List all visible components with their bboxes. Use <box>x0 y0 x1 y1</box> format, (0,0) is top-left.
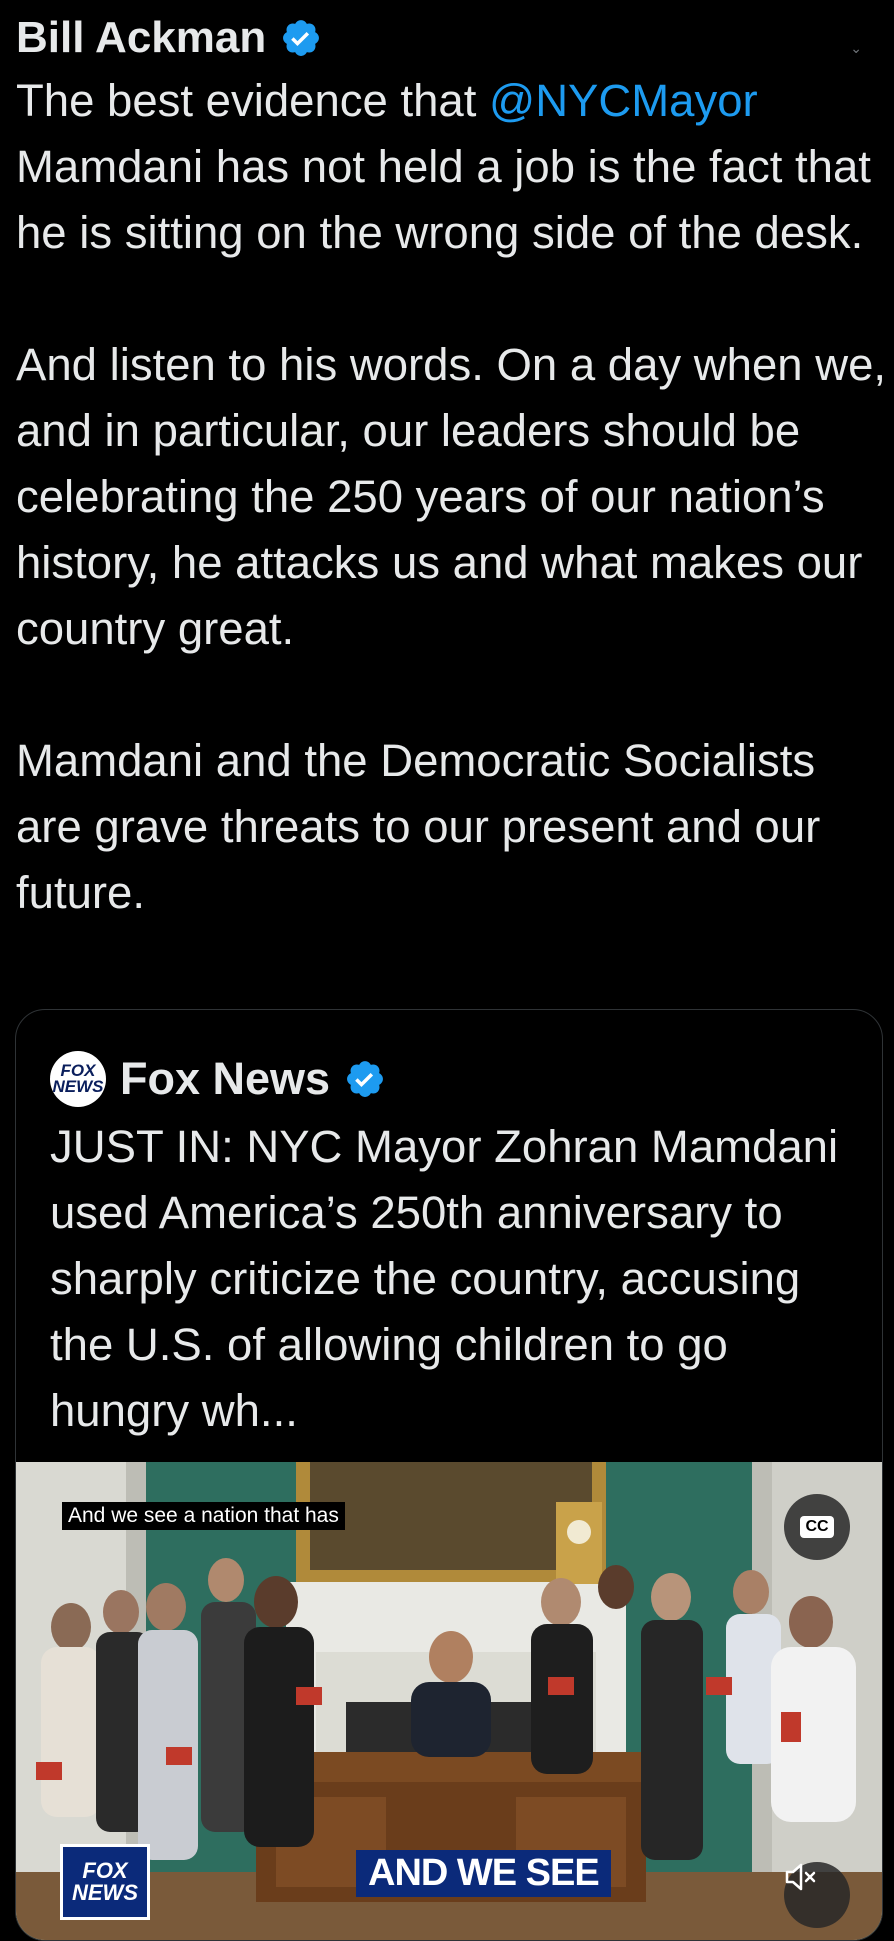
quoted-tweet-header: FOX NEWS Fox News <box>50 1040 386 1118</box>
quoted-tweet-text: JUST IN: NYC Mayor Zohran Mamdani used A… <box>50 1121 839 1436</box>
avatar-logo-text: FOX NEWS <box>52 1061 104 1096</box>
video-player[interactable]: And we see a nation that has CC FOX NEWS… <box>16 1462 882 1940</box>
verified-badge-icon <box>347 1061 383 1097</box>
author-name[interactable]: Bill Ackman <box>16 13 266 63</box>
video-lower-third: AND WE SEE <box>356 1850 611 1897</box>
video-caption: And we see a nation that has <box>62 1502 345 1530</box>
mute-button[interactable] <box>784 1862 850 1928</box>
closed-captions-icon: CC <box>800 1516 834 1538</box>
tweet-text-rest: Mamdani has not held a job is the fact t… <box>16 141 887 918</box>
tweet-text: The best evidence that @NYCMayor Mamdani… <box>16 68 886 926</box>
fox-news-logo: FOX NEWS <box>60 1844 150 1920</box>
tweet-author-header: Bill Ackman <box>16 8 322 68</box>
more-options-caret-icon[interactable]: ⌄ <box>850 40 862 57</box>
quoted-author-name[interactable]: Fox News <box>120 1053 330 1105</box>
quoted-tweet-card[interactable]: FOX NEWS Fox News JUST IN: NYC Mayor Zoh… <box>15 1009 883 1941</box>
closed-captions-button[interactable]: CC <box>784 1494 850 1560</box>
fox-news-avatar[interactable]: FOX NEWS <box>50 1051 106 1107</box>
volume-muted-icon <box>785 1863 816 1891</box>
verified-badge-icon <box>283 20 320 56</box>
mention-link[interactable]: @NYCMayor <box>489 75 758 126</box>
tweet-text-start: The best evidence that <box>16 75 489 126</box>
